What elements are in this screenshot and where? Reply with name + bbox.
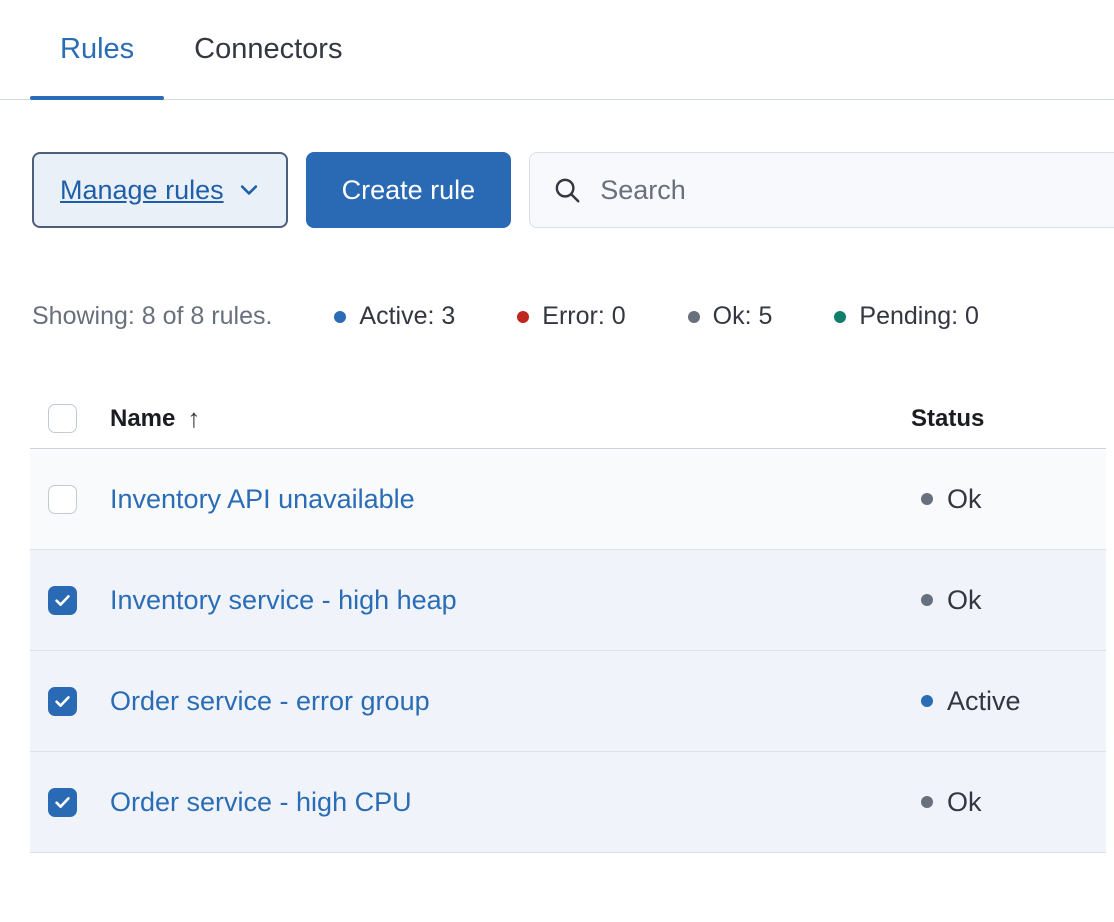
rule-status-label: Ok [947, 484, 982, 515]
status-stat-label: Pending: 0 [859, 302, 979, 331]
name-column-header[interactable]: Name ↑ [110, 403, 911, 434]
tab-bar: Rules Connectors [0, 0, 1114, 100]
select-all-checkbox[interactable] [48, 404, 77, 433]
row-checkbox[interactable] [48, 485, 77, 514]
rule-status-dot [921, 493, 933, 505]
tab-rules-label: Rules [60, 33, 134, 66]
table-row: Order service - error group Active [30, 651, 1106, 752]
rule-status-label: Ok [947, 585, 982, 616]
status-stat-label: Ok: 5 [713, 302, 773, 331]
search-input[interactable] [600, 175, 1092, 206]
status-stat: Ok: 5 [688, 302, 773, 331]
table-row: Inventory API unavailable Ok [30, 449, 1106, 550]
table-header-row: Name ↑ Status [30, 389, 1106, 449]
toolbar: Manage rules Create rule [32, 152, 1114, 228]
tab-connectors-label: Connectors [194, 33, 342, 66]
create-rule-button[interactable]: Create rule [306, 152, 512, 228]
search-icon [552, 175, 582, 205]
row-checkbox[interactable] [48, 687, 77, 716]
status-stat: Active: 3 [334, 302, 455, 331]
rule-name-link[interactable]: Order service - error group [110, 686, 430, 717]
status-stat: Pending: 0 [834, 302, 979, 331]
sort-ascending-icon[interactable]: ↑ [187, 403, 200, 434]
rule-status-label: Active [947, 686, 1021, 717]
table-row: Order service - high CPU Ok [30, 752, 1106, 853]
rule-name-link[interactable]: Order service - high CPU [110, 787, 412, 818]
status-dot [517, 311, 529, 323]
rule-name-link[interactable]: Inventory service - high heap [110, 585, 457, 616]
status-column-header: Status [911, 405, 1106, 433]
summary-bar: Showing: 8 of 8 rules. Active: 3 Error: … [32, 302, 1082, 331]
status-stats: Active: 3 Error: 0 Ok: 5 Pending: 0 [334, 302, 979, 331]
rules-table: Name ↑ Status Inventory API unavailable … [30, 389, 1106, 853]
table-row: Inventory service - high heap Ok [30, 550, 1106, 651]
tab-rules[interactable]: Rules [30, 0, 164, 99]
tab-connectors[interactable]: Connectors [164, 0, 372, 99]
status-stat-label: Error: 0 [542, 302, 625, 331]
status-dot [688, 311, 700, 323]
rule-name-link[interactable]: Inventory API unavailable [110, 484, 415, 515]
table-body: Inventory API unavailable Ok Inventory s… [30, 449, 1106, 853]
row-checkbox[interactable] [48, 586, 77, 615]
rule-status-label: Ok [947, 787, 982, 818]
manage-rules-label: Manage rules [60, 175, 224, 206]
status-stat: Error: 0 [517, 302, 625, 331]
rule-status-dot [921, 796, 933, 808]
row-checkbox[interactable] [48, 788, 77, 817]
status-dot [834, 311, 846, 323]
chevron-down-icon [238, 179, 260, 201]
rule-status-dot [921, 695, 933, 707]
showing-count: Showing: 8 of 8 rules. [32, 302, 272, 331]
rules-page: Rules Connectors Manage rules Create rul… [0, 0, 1114, 853]
search-box[interactable] [529, 152, 1114, 228]
manage-rules-button[interactable]: Manage rules [32, 152, 288, 228]
status-stat-label: Active: 3 [359, 302, 455, 331]
status-dot [334, 311, 346, 323]
rule-status-dot [921, 594, 933, 606]
